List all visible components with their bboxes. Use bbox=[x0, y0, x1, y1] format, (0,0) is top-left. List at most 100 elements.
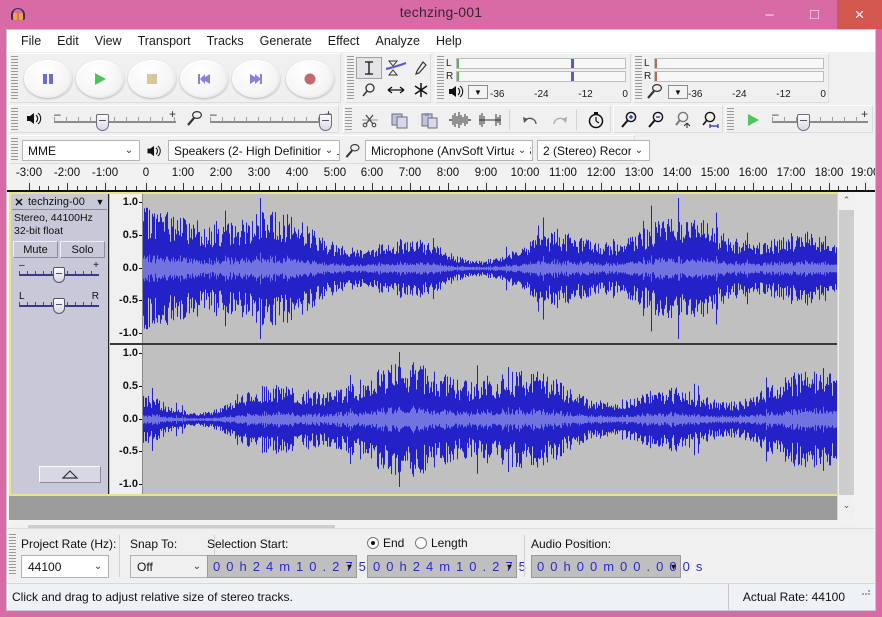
playback-meter-dropdown[interactable]: ▼ bbox=[468, 85, 488, 99]
scroll-down-button[interactable]: ⌄ bbox=[838, 497, 855, 514]
ruler-major-tick bbox=[829, 183, 830, 190]
output-volume-thumb[interactable] bbox=[96, 114, 109, 131]
transport-toolbar-grip[interactable] bbox=[11, 56, 18, 100]
selection-end-field[interactable]: 0 0 h 2 4 m 1 0 . 2 7 5 s ▼ bbox=[367, 555, 538, 578]
output-volume-slider[interactable]: – + bbox=[54, 107, 176, 132]
menu-analyze[interactable]: Analyze bbox=[368, 32, 428, 50]
timeline-ruler[interactable]: -3:00 -2:00 -1:00 0 1:00 2:00 3:00 4:00 5:00 6:00… bbox=[7, 165, 875, 192]
solo-button[interactable]: Solo bbox=[60, 241, 105, 258]
trim-audio-button[interactable] bbox=[446, 109, 473, 131]
time-shift-tool[interactable] bbox=[383, 79, 409, 101]
menu-help[interactable]: Help bbox=[428, 32, 470, 50]
project-rate-combo[interactable]: 44100 ⌄ bbox=[21, 555, 109, 578]
cut-button[interactable] bbox=[356, 109, 383, 131]
tools-toolbar-grip[interactable] bbox=[347, 56, 354, 100]
waveform-channel-right[interactable] bbox=[143, 345, 852, 494]
recording-meter-dropdown[interactable]: ▼ bbox=[668, 85, 688, 99]
recording-meter-grip[interactable] bbox=[635, 56, 642, 100]
playback-meter-grip[interactable] bbox=[437, 56, 444, 100]
length-radio[interactable]: Length bbox=[415, 536, 468, 550]
audio-host-combo[interactable]: MME ⌄ bbox=[22, 140, 140, 161]
menu-generate[interactable]: Generate bbox=[252, 32, 320, 50]
microphone-icon[interactable] bbox=[646, 83, 663, 100]
audacity-window: techzing-001 – □ × File Edit View Transp… bbox=[0, 0, 882, 617]
track-gain-slider[interactable]: – + bbox=[19, 260, 99, 288]
track-gain-thumb[interactable] bbox=[53, 267, 65, 283]
selection-toolbar-grip[interactable] bbox=[9, 534, 16, 574]
skip-start-icon bbox=[198, 74, 210, 84]
envelope-tool[interactable] bbox=[383, 57, 409, 79]
ruler-label: 10:00 bbox=[510, 167, 540, 179]
paste-button[interactable] bbox=[416, 109, 443, 131]
minimize-button[interactable]: – bbox=[747, 0, 792, 29]
scroll-up-button[interactable]: ⌃ bbox=[838, 192, 855, 209]
undo-button[interactable] bbox=[516, 109, 543, 131]
input-volume-thumb[interactable] bbox=[319, 114, 332, 131]
vertical-scrollbar-thumb[interactable] bbox=[839, 210, 854, 495]
zoom-out-button[interactable] bbox=[643, 109, 670, 131]
edit-toolbar-grip[interactable] bbox=[345, 108, 352, 130]
fit-selection-button[interactable] bbox=[670, 109, 697, 131]
menu-view[interactable]: View bbox=[87, 32, 130, 50]
play-speed-thumb[interactable] bbox=[797, 114, 810, 131]
maximize-button[interactable]: □ bbox=[792, 0, 837, 29]
resize-grip[interactable] bbox=[859, 584, 875, 611]
close-track-button[interactable]: ✕ bbox=[12, 196, 26, 209]
vertical-scrollbar[interactable]: ⌃ ⌄ bbox=[837, 192, 855, 520]
selection-start-field[interactable]: 0 0 h 2 4 m 1 0 . 2 7 5 s ▼ bbox=[207, 555, 378, 578]
menu-file[interactable]: File bbox=[13, 32, 49, 50]
spinner-down-icon[interactable]: ▼ bbox=[345, 562, 355, 571]
sync-lock-button[interactable] bbox=[582, 109, 609, 131]
output-device-combo[interactable]: Speakers (2- High Definition Au ⌄ bbox=[168, 140, 340, 161]
triangle-up-icon bbox=[62, 470, 78, 479]
multi-tool[interactable] bbox=[408, 79, 434, 101]
length-radio-button[interactable] bbox=[415, 537, 427, 549]
selection-tool[interactable] bbox=[356, 57, 382, 79]
skip-to-start-button[interactable] bbox=[180, 60, 228, 98]
chevron-down-icon[interactable]: ▼ bbox=[93, 197, 107, 207]
skip-to-end-button[interactable] bbox=[232, 60, 280, 98]
device-toolbar-grip[interactable] bbox=[11, 138, 18, 161]
envelope-icon bbox=[385, 60, 407, 76]
mute-button[interactable]: Mute bbox=[13, 241, 58, 258]
track-pan-slider[interactable]: L R bbox=[19, 291, 99, 319]
menu-effect[interactable]: Effect bbox=[320, 32, 368, 50]
track-title[interactable]: techzing-00 bbox=[26, 196, 93, 208]
speaker-icon[interactable] bbox=[448, 84, 465, 99]
snap-to-combo[interactable]: Off ⌄ bbox=[130, 555, 208, 578]
input-volume-slider[interactable]: – + bbox=[210, 107, 332, 132]
redo-button[interactable] bbox=[546, 109, 573, 131]
spinner-down-icon[interactable]: ▼ bbox=[669, 562, 679, 571]
end-radio-button[interactable] bbox=[367, 537, 379, 549]
track-pan-thumb[interactable] bbox=[53, 298, 65, 314]
spinner-down-icon[interactable]: ▼ bbox=[505, 562, 515, 571]
fit-project-button[interactable] bbox=[697, 109, 724, 131]
play-speed-slider[interactable]: – + bbox=[772, 107, 868, 132]
pause-button[interactable] bbox=[24, 60, 72, 98]
input-device-combo[interactable]: Microphone (AnvSoft Virtual S ⌄ bbox=[365, 140, 533, 161]
copy-button[interactable] bbox=[386, 109, 413, 131]
record-button[interactable] bbox=[286, 60, 334, 98]
stop-button[interactable] bbox=[128, 60, 176, 98]
audio-position-field[interactable]: 0 0 h 0 0 m 0 0 . 0 0 0 s ▼ bbox=[531, 555, 702, 578]
zoom-in-button[interactable] bbox=[616, 109, 643, 131]
silence-audio-button[interactable] bbox=[476, 109, 503, 131]
waveform-channel-left[interactable] bbox=[143, 194, 852, 343]
input-channels-combo[interactable]: 2 (Stereo) Record ⌄ bbox=[537, 140, 650, 161]
playback-meter-bars[interactable]: L R bbox=[446, 57, 626, 83]
menu-edit[interactable]: Edit bbox=[49, 32, 87, 50]
track-resize-handle[interactable] bbox=[39, 466, 101, 483]
play-speed-grip[interactable] bbox=[727, 108, 734, 130]
vertical-ruler-label: 0.0 bbox=[122, 412, 143, 425]
menu-transport[interactable]: Transport bbox=[130, 32, 199, 50]
draw-tool[interactable] bbox=[408, 57, 434, 79]
fit-project-icon bbox=[701, 111, 719, 128]
close-button[interactable]: × bbox=[837, 0, 882, 29]
play-at-speed-button[interactable] bbox=[740, 109, 766, 131]
recording-meter-bars[interactable]: L R bbox=[644, 57, 824, 83]
end-radio[interactable]: End bbox=[367, 536, 404, 550]
zoom-tool[interactable] bbox=[356, 79, 382, 101]
play-button[interactable] bbox=[76, 60, 124, 98]
menu-tracks[interactable]: Tracks bbox=[199, 32, 252, 50]
mixer-toolbar-grip[interactable] bbox=[11, 108, 18, 130]
